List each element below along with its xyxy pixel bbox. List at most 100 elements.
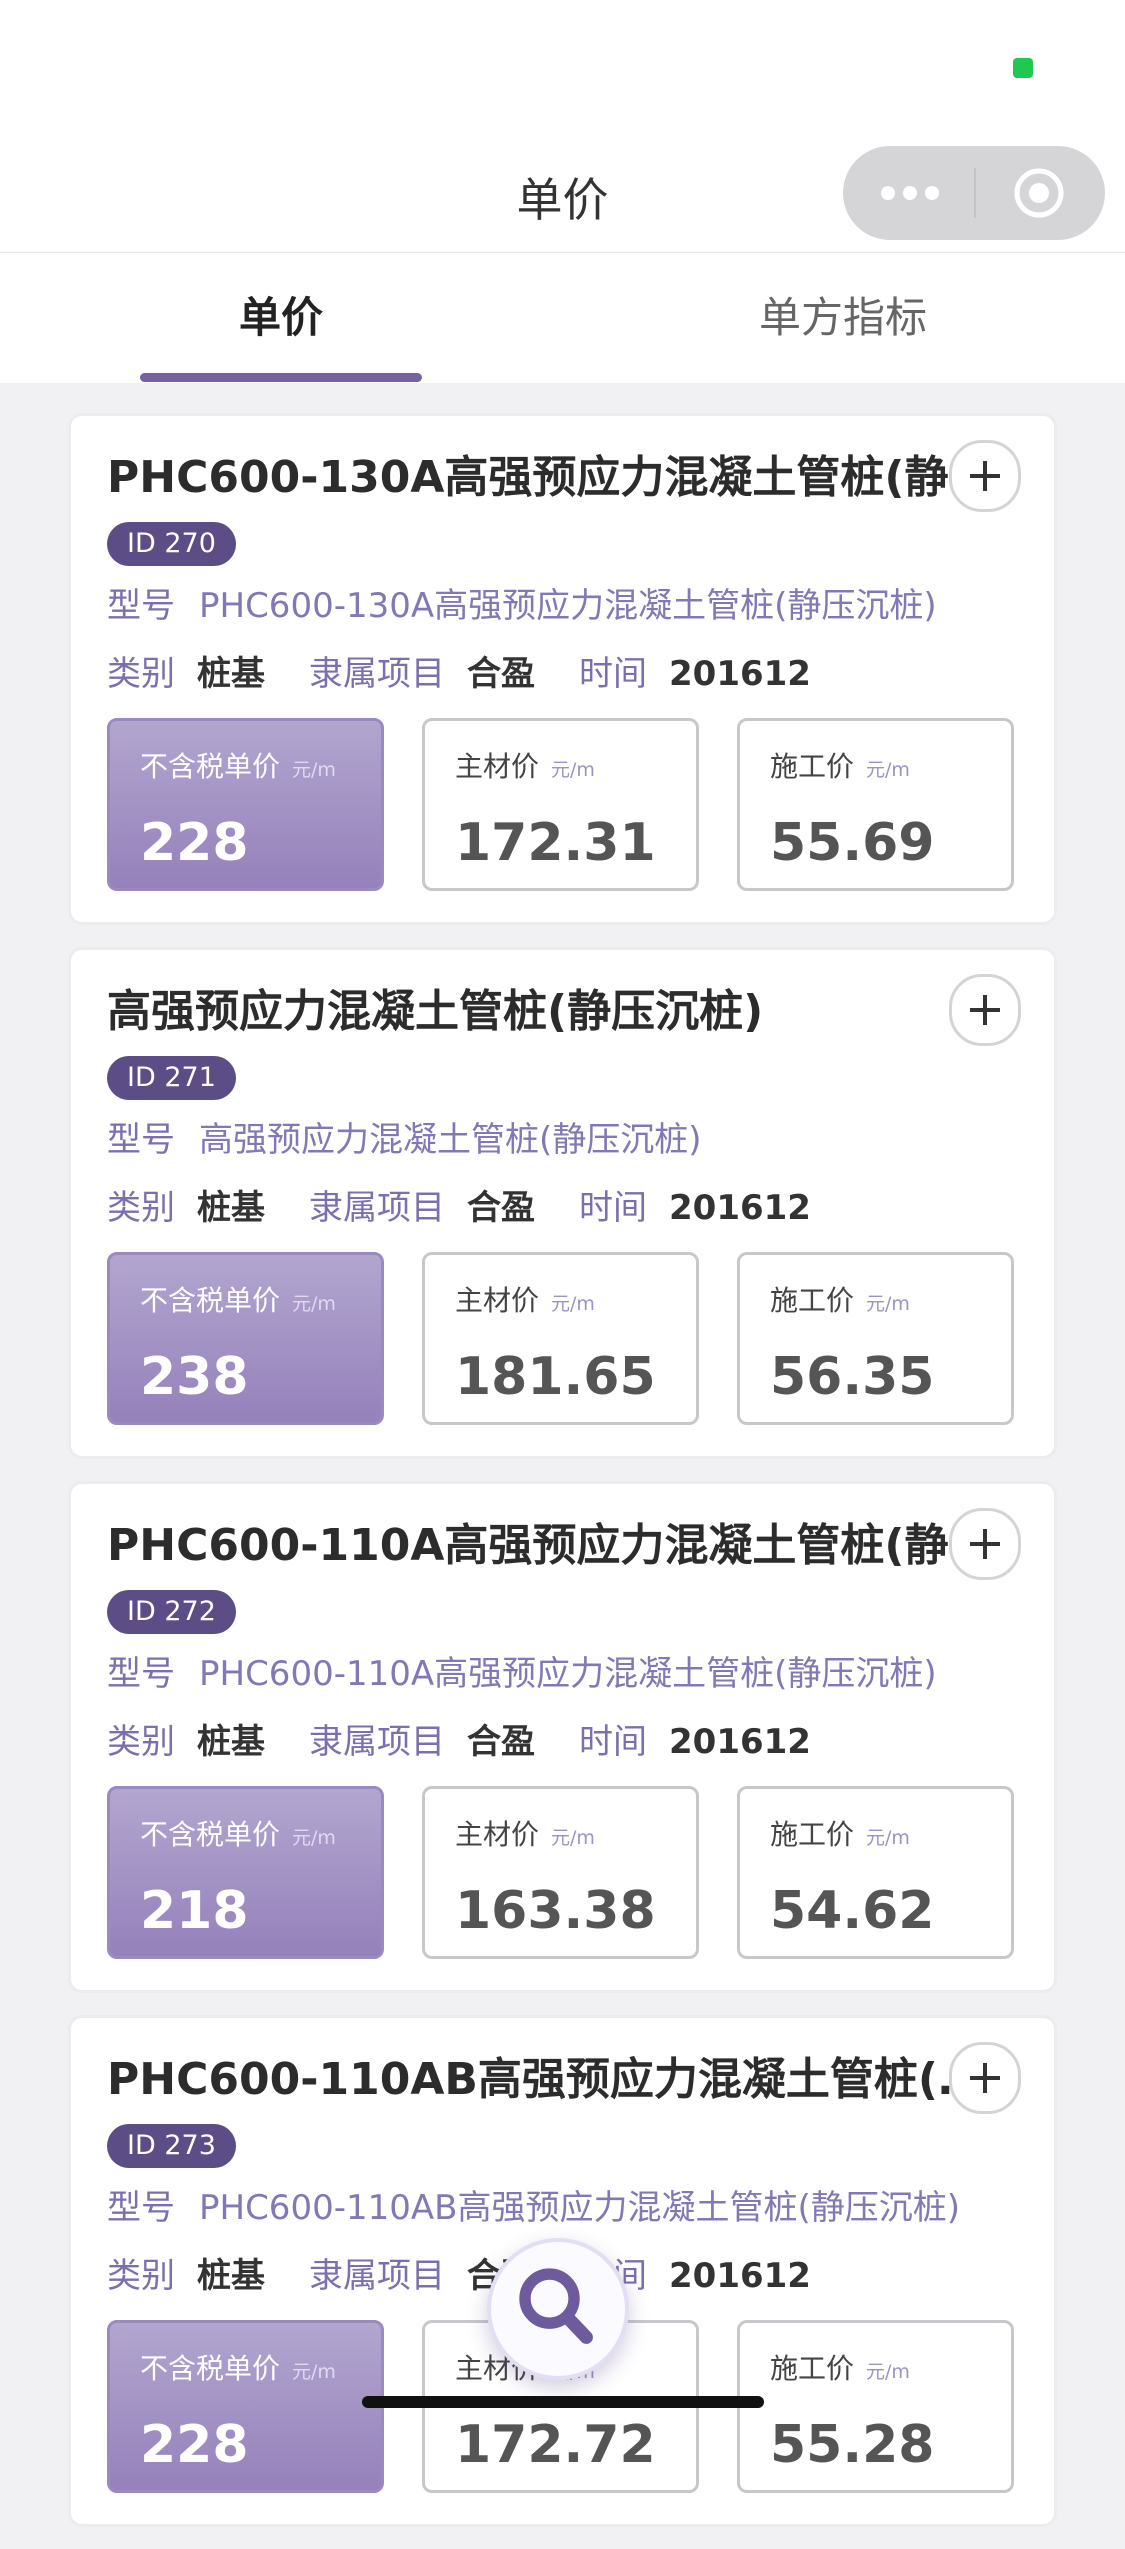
price-label-text: 施工价 — [770, 750, 855, 783]
construction-price-value: 55.69 — [770, 813, 935, 873]
price-label: 不含税单价 元/m — [140, 2347, 336, 2387]
tab-unit-price[interactable]: 单价 — [0, 253, 562, 383]
price-label: 不含税单价 元/m — [140, 1279, 336, 1319]
plus-icon[interactable] — [949, 2042, 1021, 2114]
battery-icon — [1013, 58, 1033, 78]
price-unit: 元/m — [292, 2361, 336, 2383]
mini-program-capsule — [843, 146, 1105, 240]
category-label: 类别 — [107, 2256, 175, 2296]
model-label: 型号 — [107, 1654, 175, 1694]
model-row: 型号 PHC600-110AB高强预应力混凝土管桩(静压沉桩) — [107, 2180, 960, 2236]
material-price-value: 181.65 — [455, 1347, 656, 1407]
project-value: 合盈 — [467, 1188, 535, 1228]
price-card-list: PHC600-130A高强预应力混凝土管桩(静压沉桩) ID 270 型号 PHC… — [68, 413, 1057, 2549]
search-button[interactable] — [487, 2238, 629, 2380]
time-label: 时间 — [579, 1722, 647, 1762]
category-value: 桩基 — [197, 654, 265, 694]
material-price-value: 163.38 — [455, 1881, 656, 1941]
price-unit: 元/m — [292, 759, 336, 781]
card-title: 高强预应力混凝土管桩(静压沉桩) — [107, 986, 764, 1037]
price-card[interactable]: PHC600-130A高强预应力混凝土管桩(静压沉桩) ID 270 型号 PHC… — [68, 413, 1057, 925]
id-badge: ID 270 — [107, 522, 236, 566]
tax-free-price-box: 不含税单价 元/m 238 — [107, 1252, 384, 1425]
model-value: PHC600-110AB高强预应力混凝土管桩(静压沉桩) — [199, 2188, 960, 2228]
tab-bar: 单价 单方指标 — [0, 253, 1125, 383]
price-label-text: 不含税单价 — [140, 750, 281, 783]
meta-row: 类别桩基 隶属项目合盈 时间 201612 — [107, 1180, 855, 1236]
category-value: 桩基 — [197, 1722, 265, 1762]
category-value: 桩基 — [197, 2256, 265, 2296]
price-unit: 元/m — [866, 1827, 910, 1849]
price-label: 主材价元/m — [455, 1279, 595, 1319]
price-label-text: 施工价 — [770, 1818, 855, 1851]
price-label: 施工价 元/m — [770, 1813, 910, 1853]
construction-price-value: 55.28 — [770, 2415, 935, 2475]
price-unit: 元/m — [551, 1293, 595, 1315]
price-card[interactable]: 高强预应力混凝土管桩(静压沉桩) ID 271 型号 高强预应力混凝土管桩(静压沉… — [68, 947, 1057, 1459]
price-unit: 元/m — [292, 1827, 336, 1849]
price-label-text: 不含税单价 — [140, 1818, 281, 1851]
time-label: 时间 — [579, 1188, 647, 1228]
price-card[interactable]: PHC600-110A高强预应力混凝土管桩(静压沉桩) ID 272 型号 PHC… — [68, 1481, 1057, 1993]
tab-unit-index[interactable]: 单方指标 — [562, 253, 1124, 383]
price-unit: 元/m — [292, 1293, 336, 1315]
search-icon — [519, 2268, 593, 2344]
plus-icon[interactable] — [949, 440, 1021, 512]
plus-icon[interactable] — [949, 974, 1021, 1046]
target-icon[interactable] — [1012, 166, 1066, 220]
model-row: 型号 高强预应力混凝土管桩(静压沉桩) — [107, 1112, 702, 1168]
price-unit: 元/m — [551, 759, 595, 781]
category-label: 类别 — [107, 1188, 175, 1228]
price-label: 不含税单价 元/m — [140, 745, 336, 785]
time-value: 201612 — [669, 2256, 811, 2296]
capsule-divider — [974, 168, 976, 218]
meta-row: 类别桩基 隶属项目合盈 时间 201612 — [107, 1714, 855, 1770]
tax-free-price-box: 不含税单价 元/m 228 — [107, 2320, 384, 2493]
project-value: 合盈 — [467, 1722, 535, 1762]
price-unit: 元/m — [866, 759, 910, 781]
tax-free-price-value: 228 — [140, 2415, 249, 2475]
model-value: 高强预应力混凝土管桩(静压沉桩) — [199, 1120, 702, 1160]
price-label-text: 主材价 — [455, 1284, 540, 1317]
material-price-value: 172.31 — [455, 813, 656, 873]
construction-price-box: 施工价 元/m 56.35 — [737, 1252, 1014, 1425]
card-title: PHC600-110AB高强预应力混凝土管桩(静压沉桩) — [107, 2054, 1007, 2105]
home-indicator — [362, 2396, 764, 2408]
model-value: PHC600-110A高强预应力混凝土管桩(静压沉桩) — [199, 1654, 937, 1694]
construction-price-box: 施工价 元/m 55.69 — [737, 718, 1014, 891]
construction-price-box: 施工价 元/m 54.62 — [737, 1786, 1014, 1959]
price-label: 施工价 元/m — [770, 2347, 910, 2387]
project-label: 隶属项目 — [309, 2256, 445, 2296]
category-label: 类别 — [107, 1722, 175, 1762]
price-label-text: 施工价 — [770, 2352, 855, 2385]
price-label: 不含税单价 元/m — [140, 1813, 336, 1853]
more-dots-icon[interactable] — [881, 186, 939, 200]
price-label: 施工价 元/m — [770, 1279, 910, 1319]
price-label-text: 不含税单价 — [140, 1284, 281, 1317]
id-badge: ID 271 — [107, 1056, 236, 1100]
time-value: 201612 — [669, 654, 811, 694]
price-label-text: 施工价 — [770, 1284, 855, 1317]
tax-free-price-box: 不含税单价 元/m 228 — [107, 718, 384, 891]
material-price-box: 主材价 元/m 163.38 — [422, 1786, 699, 1959]
price-unit: 元/m — [866, 1293, 910, 1315]
construction-price-box: 施工价 元/m 55.28 — [737, 2320, 1014, 2493]
tax-free-price-box: 不含税单价 元/m 218 — [107, 1786, 384, 1959]
tax-free-price-value: 228 — [140, 813, 249, 873]
plus-icon[interactable] — [949, 1508, 1021, 1580]
tax-free-price-value: 238 — [140, 1347, 249, 1407]
model-row: 型号 PHC600-130A高强预应力混凝土管桩(静压沉桩) — [107, 578, 937, 634]
price-label: 主材价元/m — [455, 745, 595, 785]
tax-free-price-value: 218 — [140, 1881, 249, 1941]
project-label: 隶属项目 — [309, 1722, 445, 1762]
project-value: 合盈 — [467, 654, 535, 694]
model-label: 型号 — [107, 2188, 175, 2228]
model-value: PHC600-130A高强预应力混凝土管桩(静压沉桩) — [199, 586, 937, 626]
price-label: 主材价元/m — [455, 1813, 595, 1853]
price-label-text: 主材价 — [455, 1818, 540, 1851]
time-value: 201612 — [669, 1188, 811, 1228]
construction-price-value: 56.35 — [770, 1347, 935, 1407]
time-label: 时间 — [579, 654, 647, 694]
id-badge: ID 273 — [107, 2124, 236, 2168]
model-label: 型号 — [107, 586, 175, 626]
